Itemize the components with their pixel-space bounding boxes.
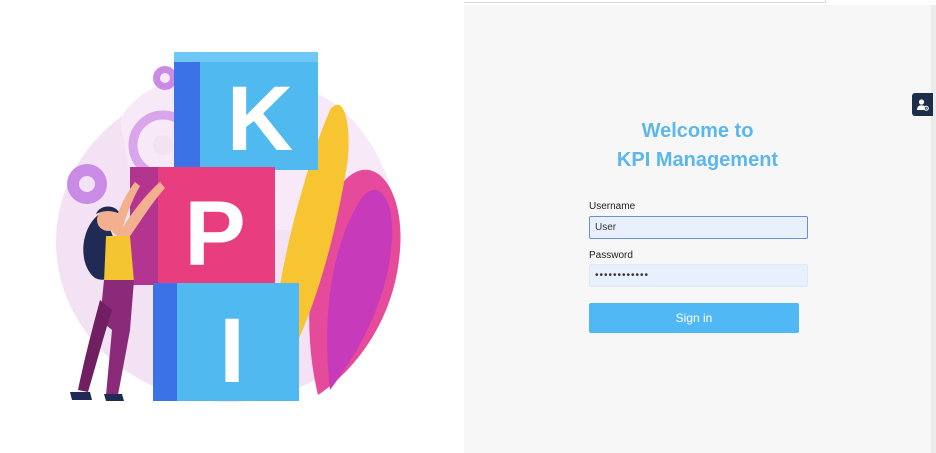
letter-i: I (219, 300, 245, 402)
password-label: Password (589, 250, 633, 261)
letter-k: K (227, 68, 293, 170)
username-label: Username (589, 201, 636, 212)
user-settings-icon (917, 99, 929, 111)
page-title: Welcome to KPI Management (464, 117, 931, 175)
title-line-2: KPI Management (616, 149, 779, 171)
login-page: K P I Welcome to KPI Management Username… (0, 0, 936, 453)
illustration-panel: K P I (0, 0, 464, 453)
side-tab-button[interactable] (912, 93, 933, 116)
login-panel: Welcome to KPI Management Username Passw… (464, 5, 931, 453)
letter-p: P (184, 183, 245, 285)
scrollbar[interactable] (931, 5, 936, 453)
username-input[interactable] (589, 216, 808, 239)
title-line-1: Welcome to (641, 120, 754, 142)
sign-in-button[interactable]: Sign in (589, 303, 799, 333)
password-input[interactable] (589, 264, 808, 287)
kpi-illustration-icon: K P I (56, 52, 401, 402)
